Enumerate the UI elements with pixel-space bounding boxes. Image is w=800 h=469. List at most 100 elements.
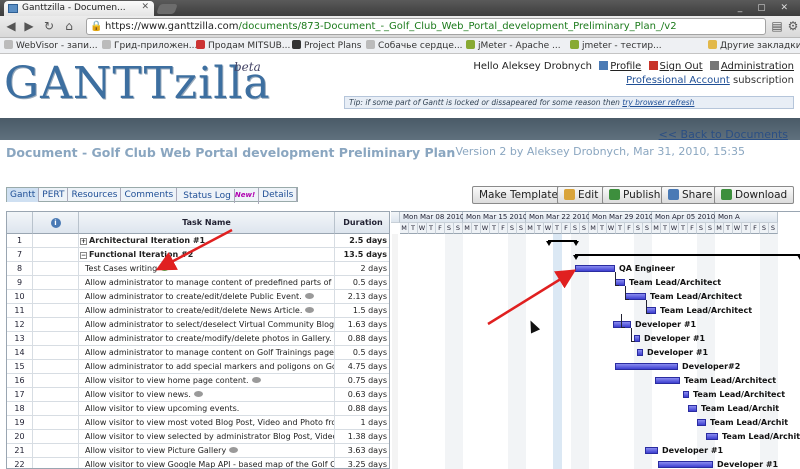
task-name[interactable]: Allow visitor to view Picture Gallery [79,444,335,458]
task-name[interactable]: Allow visitor to view most voted Blog Po… [79,416,335,430]
expand-icon[interactable]: + [80,238,87,245]
table-row[interactable]: 1 + Architectural Iteration #1 2.5 days [7,234,389,248]
task-name[interactable]: Allow visitor to view news. [79,388,335,402]
summary-bar[interactable] [575,254,800,256]
browser-tab[interactable]: Ganttzilla - Documen... ✕ [4,1,154,16]
tab-comments[interactable]: Comments [121,188,178,202]
table-row[interactable]: 21 Allow visitor to view Picture Gallery 3… [7,444,389,458]
comment-bubble-icon[interactable] [193,391,203,397]
table-row[interactable]: 10 Allow administrator to create/edit/del… [7,290,389,304]
task-bar[interactable] [575,265,615,272]
grid-scrollbar[interactable] [392,234,398,469]
forward-arrow-icon[interactable]: ▶ [22,19,36,33]
task-bar[interactable] [615,363,678,370]
bookmark-item[interactable]: Собачье сердце... [366,40,463,51]
share-button[interactable]: Share [661,186,720,204]
bookmark-folder[interactable]: Другие закладки [708,40,800,51]
table-row[interactable]: 20 Allow visitor to view selected by admi… [7,430,389,444]
comment-bubble-icon[interactable] [160,265,170,271]
wrench-icon[interactable]: ⚙ [786,19,800,33]
tab-gantt[interactable]: Gantt [7,188,40,202]
task-name[interactable]: Allow visitor to view home page content. [79,374,335,388]
task-name[interactable]: Allow visitor to view Google Map API - b… [79,458,335,468]
task-bar[interactable] [697,419,706,426]
new-tab-button[interactable] [156,4,178,14]
table-row[interactable]: 8 Test Cases writing 2 days [7,262,389,276]
tab-resources[interactable]: Resources [68,188,122,202]
bookmark-item[interactable]: Продам MITSUB... [196,40,290,51]
day-column [526,234,535,469]
table-row[interactable]: 14 Allow administrator to manage content … [7,346,389,360]
task-name[interactable]: Allow administrator to create/edit/delet… [79,290,335,304]
comment-bubble-icon[interactable] [229,447,239,453]
row-number: 12 [7,318,33,332]
col-header-task[interactable]: Task Name [79,212,335,234]
task-name[interactable]: Allow administrator to select/deselect V… [79,318,335,332]
table-row[interactable]: 19 Allow visitor to view most voted Blog … [7,416,389,430]
page-menu-icon[interactable]: ▤ [770,19,784,33]
bookmark-item[interactable]: jmeter - тестир... [570,40,662,51]
publish-button[interactable]: Publish [602,186,668,204]
comment-bubble-icon[interactable] [304,293,314,299]
task-name[interactable]: Allow visitor to view selected by admini… [79,430,335,444]
week-header: Mon Mar 15 2010 [463,212,527,223]
window-controls[interactable]: _ ▢ ✕ [738,3,794,13]
task-name[interactable]: + Architectural Iteration #1 [79,234,335,248]
close-tab-icon[interactable]: ✕ [141,2,149,12]
table-row[interactable]: 13 Allow administrator to create/modify/d… [7,332,389,346]
bookmark-item[interactable]: Грид-приложен... [102,40,197,51]
week-header: Mon Apr 05 2010 [652,212,715,223]
profile-link[interactable]: Profile [610,61,641,72]
table-row[interactable]: 16 Allow visitor to view home page conten… [7,374,389,388]
task-bar[interactable] [655,377,680,384]
task-name[interactable]: Allow administrator to create/edit/delet… [79,304,335,318]
task-name[interactable]: Allow administrator to create/modify/del… [79,332,335,346]
bookmark-icon [292,40,301,49]
address-bar[interactable]: 🔒 https://www.ganttzilla.com/documents/8… [86,18,766,35]
admin-link[interactable]: Administration [721,61,794,72]
task-name[interactable]: Allow administrator to manage content on… [79,346,335,360]
task-bar[interactable] [706,433,718,440]
back-arrow-icon[interactable]: ◀ [4,19,18,33]
bookmark-item[interactable]: Project Plans [292,40,362,51]
task-name[interactable]: Allow administrator to manage content of… [79,276,335,290]
task-name[interactable]: Test Cases writing [79,262,335,276]
tab-details[interactable]: Details [259,188,298,202]
signout-link[interactable]: Sign Out [660,61,703,72]
collapse-icon[interactable]: − [80,252,87,259]
task-name[interactable]: − Functional Iteration #2 [79,248,335,262]
home-icon[interactable]: ⌂ [62,19,76,33]
row-info-cell [33,304,79,318]
table-row[interactable]: 11 Allow administrator to create/edit/del… [7,304,389,318]
table-row[interactable]: 17 Allow visitor to view news. 0.63 days [7,388,389,402]
make-template-button[interactable]: Make Template [472,186,565,204]
comment-bubble-icon[interactable] [251,377,261,383]
comment-bubble-icon[interactable] [305,307,315,313]
table-row[interactable]: 15 Allow administrator to add special mar… [7,360,389,374]
back-to-documents-link[interactable]: << Back to Documents [659,128,788,141]
edit-button[interactable]: Edit [557,186,606,204]
table-row[interactable]: 9 Allow administrator to manage content o… [7,276,389,290]
col-header-duration[interactable]: Duration [335,212,389,234]
task-bar[interactable] [645,447,658,454]
reload-icon[interactable]: ↻ [42,19,56,33]
tab-status-log[interactable]: Status Log New! [177,188,260,204]
table-row[interactable]: 12 Allow administrator to select/deselect… [7,318,389,332]
account-link[interactable]: Professional Account [626,75,730,86]
table-row[interactable]: 7 − Functional Iteration #2 13.5 days [7,248,389,262]
table-row[interactable]: 22 Allow visitor to view Google Map API -… [7,458,389,468]
tip-refresh-link[interactable]: try browser refresh [622,98,694,107]
tab-pert[interactable]: PERT [39,188,69,202]
task-bar[interactable] [688,405,697,412]
table-row[interactable]: 18 Allow visitor to view upcoming events.… [7,402,389,416]
bookmark-item[interactable]: WebVisor - запи... [4,40,98,51]
task-bar[interactable] [658,461,713,468]
task-bar[interactable] [683,391,689,398]
bookmark-item[interactable]: jMeter - Apache ... [466,40,561,51]
task-bar[interactable] [637,349,643,356]
task-name[interactable]: Allow administrator to add special marke… [79,360,335,374]
logo[interactable]: GANTTzilla [4,61,271,107]
task-name[interactable]: Allow visitor to view upcoming events. [79,402,335,416]
task-duration: 2.13 days [347,292,387,301]
download-button[interactable]: Download [714,186,795,204]
